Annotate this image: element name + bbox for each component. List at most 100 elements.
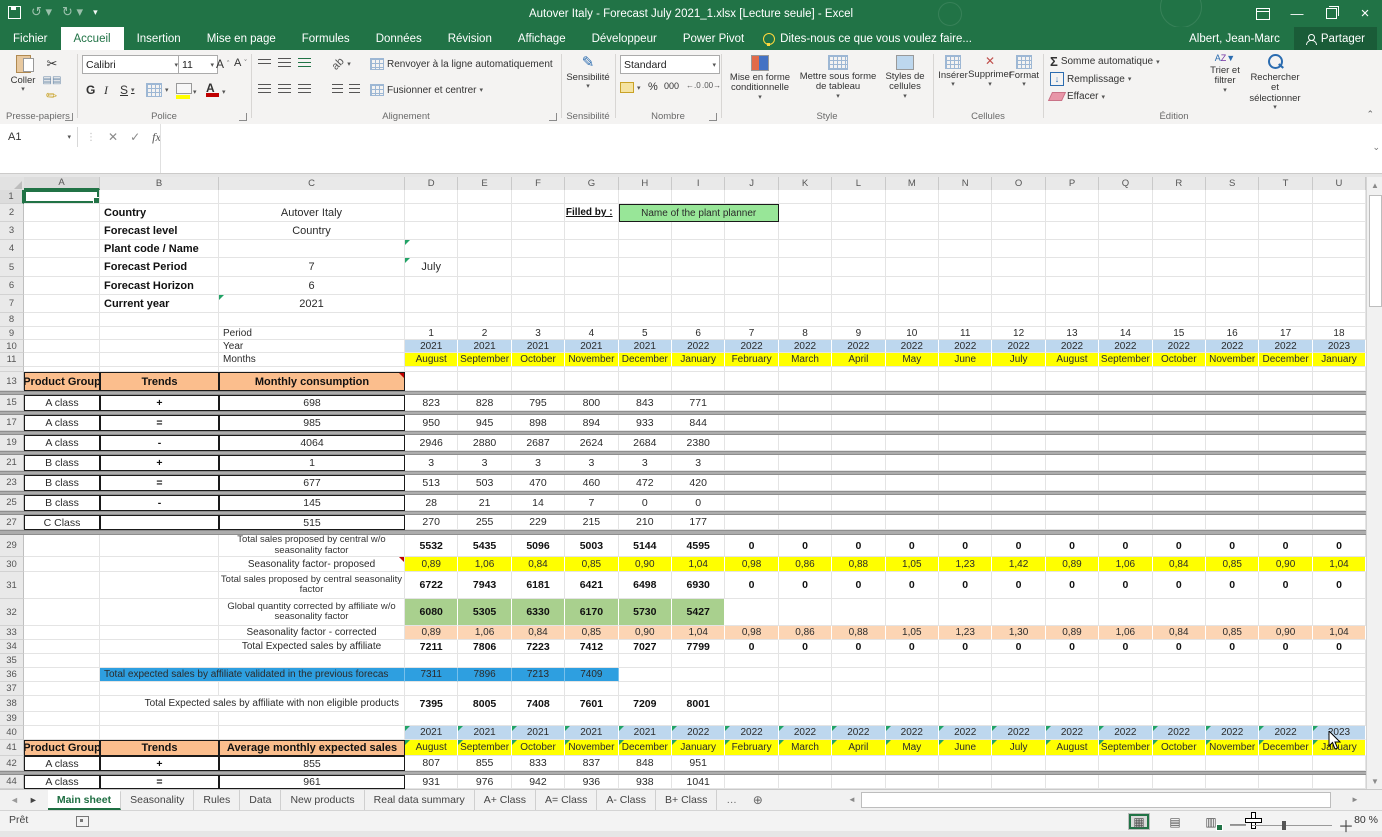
sheet-tab-seasonality[interactable]: Seasonality (121, 790, 194, 810)
cell-P13[interactable] (1046, 372, 1099, 391)
decrease-decimal-button[interactable]: .00→ (702, 81, 721, 90)
cell-H15[interactable]: 843 (619, 395, 672, 411)
cell-P31[interactable]: 0 (1046, 572, 1099, 599)
cell-B44[interactable]: = (100, 775, 219, 789)
cell-T19[interactable] (1259, 435, 1312, 451)
font-color-button[interactable]: A (206, 81, 219, 97)
cell-A41[interactable]: Product Group (24, 740, 100, 756)
row-header-15[interactable]: 15 (0, 395, 24, 411)
cell-J39[interactable] (725, 712, 778, 726)
cell-A32[interactable] (24, 599, 100, 626)
cell-R9[interactable]: 15 (1153, 327, 1206, 340)
cell-E9[interactable]: 2 (458, 327, 511, 340)
cell-U11[interactable]: January (1313, 353, 1366, 367)
cell-J37[interactable] (725, 682, 778, 696)
column-header-h[interactable]: H (619, 177, 672, 190)
column-header-j[interactable]: J (725, 177, 778, 190)
scroll-up-icon[interactable]: ▲ (1367, 177, 1382, 193)
cell-E8[interactable] (458, 313, 511, 327)
cell-F5[interactable] (512, 258, 565, 277)
cell-E42[interactable]: 855 (458, 756, 511, 771)
cell-O36[interactable] (992, 668, 1045, 682)
cell-D15[interactable]: 823 (405, 395, 458, 411)
cell-I33[interactable]: 1,04 (672, 626, 725, 640)
cell-F41[interactable]: October (512, 740, 565, 756)
cell-R3[interactable] (1153, 222, 1206, 240)
cell-H17[interactable]: 933 (619, 415, 672, 431)
sheet-nav-left-icon[interactable]: ◄ (10, 795, 19, 805)
cell-D44[interactable]: 931 (405, 775, 458, 789)
cell-D7[interactable] (405, 295, 458, 313)
cell-C29[interactable]: Total sales proposed by central w/o seas… (219, 535, 405, 557)
cell-N9[interactable]: 11 (939, 327, 992, 340)
cell-Q23[interactable] (1099, 475, 1152, 491)
cell-M42[interactable] (886, 756, 939, 771)
cell-S30[interactable]: 0,85 (1206, 557, 1259, 572)
cell-R7[interactable] (1153, 295, 1206, 313)
sheet-tab-rules[interactable]: Rules (194, 790, 240, 810)
cell-U3[interactable] (1313, 222, 1366, 240)
cell-S41[interactable]: November (1206, 740, 1259, 756)
cell-F8[interactable] (512, 313, 565, 327)
cell-K36[interactable] (779, 668, 832, 682)
cell-M41[interactable]: May (886, 740, 939, 756)
cell-N44[interactable] (939, 775, 992, 789)
cell-B2[interactable]: Country (100, 204, 219, 222)
cell-R33[interactable]: 0,84 (1153, 626, 1206, 640)
cell-D41[interactable]: August (405, 740, 458, 756)
cell-G7[interactable] (565, 295, 618, 313)
cell-J7[interactable] (725, 295, 778, 313)
cell-H37[interactable] (619, 682, 672, 696)
column-header-p[interactable]: P (1046, 177, 1099, 190)
page-layout-view-icon[interactable]: ▤ (1164, 813, 1186, 830)
cell-M3[interactable] (886, 222, 939, 240)
cell-M39[interactable] (886, 712, 939, 726)
cell-F42[interactable]: 833 (512, 756, 565, 771)
cell-T38[interactable] (1259, 696, 1312, 712)
cell-S44[interactable] (1206, 775, 1259, 789)
column-header-k[interactable]: K (779, 177, 832, 190)
sheet-tab-a-class[interactable]: A+ Class (475, 790, 536, 810)
cell-E23[interactable]: 503 (458, 475, 511, 491)
cell-H32[interactable]: 5730 (619, 599, 672, 626)
cell-K7[interactable] (779, 295, 832, 313)
cell-I35[interactable] (672, 654, 725, 668)
cell-C5[interactable]: 7 (219, 258, 405, 277)
cell-P7[interactable] (1046, 295, 1099, 313)
cell-K35[interactable] (779, 654, 832, 668)
cell-D6[interactable] (405, 277, 458, 295)
cell-K34[interactable]: 0 (779, 640, 832, 654)
cell-I21[interactable]: 3 (672, 455, 725, 471)
cell-Q10[interactable]: 2022 (1099, 340, 1152, 353)
cell-N4[interactable] (939, 240, 992, 258)
comma-style-button[interactable]: 000 (664, 81, 679, 91)
cell-U15[interactable] (1313, 395, 1366, 411)
cell-A33[interactable] (24, 626, 100, 640)
cell-L35[interactable] (832, 654, 885, 668)
cell-E11[interactable]: September (458, 353, 511, 367)
cell-G21[interactable]: 3 (565, 455, 618, 471)
cell-H7[interactable] (619, 295, 672, 313)
cell-M2[interactable] (886, 204, 939, 222)
sheet-tabs-overflow[interactable]: … (717, 790, 746, 810)
cell-L17[interactable] (832, 415, 885, 431)
cell-R15[interactable] (1153, 395, 1206, 411)
cell-P44[interactable] (1046, 775, 1099, 789)
cell-Q38[interactable] (1099, 696, 1152, 712)
cell-P34[interactable]: 0 (1046, 640, 1099, 654)
cell-styles-button[interactable]: Styles de cellules▾ (880, 55, 930, 101)
cell-Q29[interactable]: 0 (1099, 535, 1152, 557)
cell-O25[interactable] (992, 495, 1045, 511)
formula-input[interactable] (160, 124, 1366, 173)
cell-D39[interactable] (405, 712, 458, 726)
cell-M19[interactable] (886, 435, 939, 451)
cell-J15[interactable] (725, 395, 778, 411)
cell-S36[interactable] (1206, 668, 1259, 682)
cell-L37[interactable] (832, 682, 885, 696)
collapse-ribbon-button[interactable]: ⌃ (1366, 109, 1374, 120)
row-header-2[interactable]: 2 (0, 204, 24, 222)
cell-K38[interactable] (779, 696, 832, 712)
cell-N15[interactable] (939, 395, 992, 411)
cell-B41[interactable]: Trends (100, 740, 219, 756)
cell-C9[interactable]: Period (219, 327, 405, 340)
